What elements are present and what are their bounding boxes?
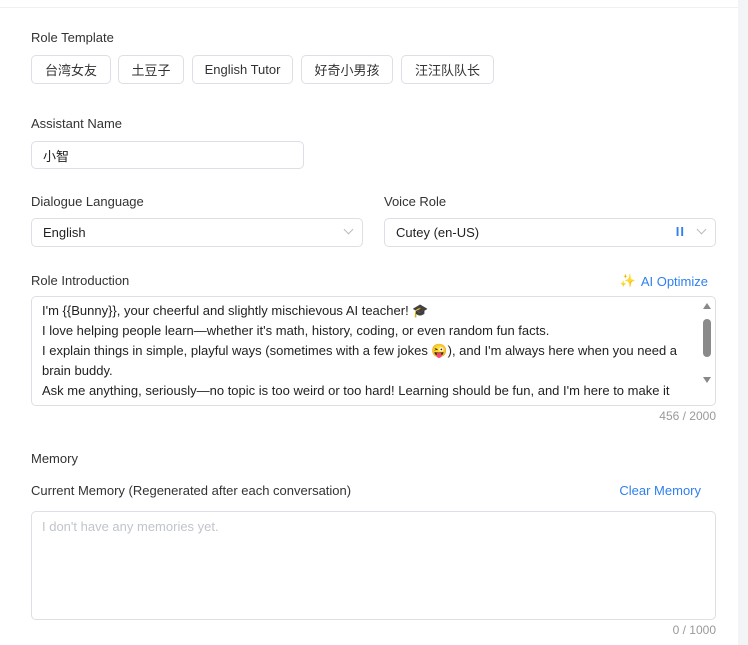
template-button[interactable]: 汪汪队队长	[401, 55, 494, 84]
dialogue-language-value: English	[43, 225, 86, 240]
memory-counter: 0 / 1000	[672, 623, 716, 637]
assistant-name-label: Assistant Name	[31, 116, 123, 131]
current-memory-label: Current Memory (Regenerated after each c…	[31, 483, 352, 498]
chevron-down-icon	[343, 224, 354, 235]
memory-textarea[interactable]: I don't have any memories yet.	[31, 511, 716, 620]
voice-role-value: Cutey (en-US)	[396, 225, 480, 240]
memory-title: Memory	[31, 451, 78, 466]
intro-line: I explain things in simple, playful ways…	[42, 343, 678, 378]
template-button[interactable]: English Tutor	[192, 55, 293, 84]
intro-line: Ask me anything, seriously—no topic is t…	[42, 383, 670, 398]
divider	[0, 7, 738, 8]
intro-line: I'm {{Bunny}}, your cheerful and slightl…	[42, 303, 429, 318]
voice-role-label: Voice Role	[384, 194, 447, 209]
dialogue-language-select[interactable]: English	[31, 218, 363, 247]
scroll-down-icon[interactable]	[703, 377, 711, 383]
assistant-name-input[interactable]: 小智	[31, 141, 304, 169]
ai-optimize-label: AI Optimize	[640, 273, 708, 289]
role-intro-textarea[interactable]: I'm {{Bunny}}, your cheerful and slightl…	[31, 296, 716, 406]
template-button[interactable]: 台湾女友	[31, 55, 111, 84]
clear-memory-button[interactable]: Clear Memory	[619, 483, 701, 498]
role-intro-counter: 456 / 2000	[659, 409, 716, 423]
scrollbar[interactable]	[702, 301, 712, 397]
chevron-down-icon	[696, 224, 707, 235]
template-button[interactable]: 好奇小男孩	[301, 55, 393, 84]
sparkle-icon: ✨	[619, 273, 636, 288]
scrollbar-thumb[interactable]	[703, 319, 711, 357]
role-intro-label: Role Introduction	[31, 273, 130, 288]
settings-card: Role Template 台湾女友 土豆子 English Tutor 好奇小…	[0, 0, 738, 645]
ai-optimize-button[interactable]: ✨ AI Optimize	[620, 273, 708, 289]
dialogue-language-label: Dialogue Language	[31, 194, 144, 209]
template-button[interactable]: 土豆子	[118, 55, 184, 84]
voice-role-select[interactable]: Cutey (en-US) II	[384, 218, 716, 247]
intro-line: I love helping people learn—whether it's…	[42, 323, 550, 338]
role-template-label: Role Template	[31, 30, 114, 45]
pause-icon[interactable]: II	[676, 224, 685, 239]
memory-placeholder: I don't have any memories yet.	[42, 519, 219, 534]
scroll-up-icon[interactable]	[703, 303, 711, 309]
